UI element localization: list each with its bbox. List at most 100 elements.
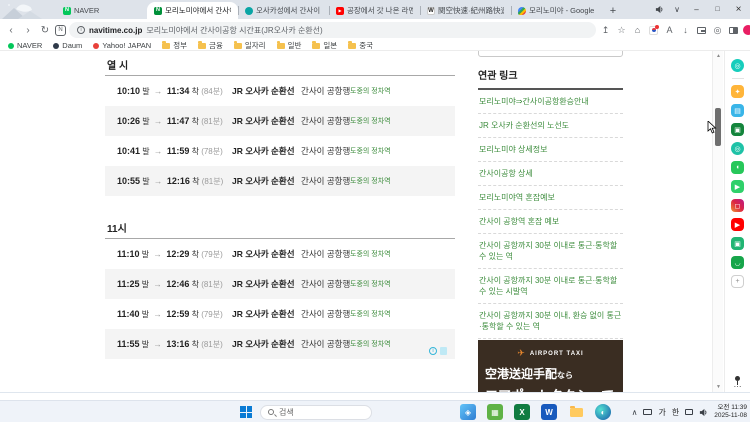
back-icon[interactable]: ‹ [4,23,18,37]
pin-icon[interactable] [735,376,740,385]
audio-playing-icon[interactable] [651,2,667,18]
timetable-row[interactable]: 11:10 발 → 12:29 착 (79분) JR 오사카 순환선 간사이 공항행… [105,239,455,269]
related-link[interactable]: 간사이 공항까지 30분 이내로 통근·통학할 수 있는 시발역 [478,269,623,304]
related-link[interactable]: JR 오사카 순환선의 노선도 [478,114,623,138]
forward-icon[interactable]: › [21,23,35,37]
stops-link[interactable]: 도중의 정차역 [350,249,391,259]
related-link[interactable]: 간사이 공항역 혼잡 예보 [478,210,623,234]
add-app-icon[interactable]: + [731,275,744,288]
browser-tab[interactable]: 모리노미야에서 간사이공항 [147,2,238,19]
minimize-button[interactable] [687,1,706,18]
tab-title: 모리노미야 - Google 지도 [529,6,595,15]
duration: (81분) [201,339,223,349]
maximize-button[interactable] [708,1,727,18]
media-pip-icon[interactable] [695,24,708,37]
download-icon[interactable]: ↓ [679,24,692,37]
mail-app-icon[interactable]: ▤ [731,104,744,117]
timetable-row[interactable]: 10:26 발 → 11:47 착 (81분) JR 오사카 순환선 간사이 공항행… [105,106,455,136]
bookmark-item[interactable]: Daum [53,41,82,50]
youtube-app-icon[interactable]: ▶ [731,218,744,231]
timetable-row[interactable]: 10:10 발 → 11:34 착 (84분) JR 오사카 순환선 간사이 공항행… [105,76,455,106]
adchoices-info-icon[interactable]: i [429,347,437,355]
side-panel-icon[interactable]: N [55,24,66,36]
bookmark-item[interactable]: 일반 [276,40,301,51]
blog-app-icon[interactable]: ▣ [731,123,744,136]
instagram-app-icon[interactable]: ◻ [731,199,744,212]
adchoices[interactable]: i [429,347,447,355]
stops-link[interactable]: 도중의 정차역 [350,86,391,96]
bookmark-item[interactable]: Yahoo! JAPAN [93,41,151,50]
related-link[interactable]: 간사이 공항까지 30분 이내로 통근·통학할 수 있는 역 [478,234,623,269]
bowl-app-icon[interactable]: ◡ [731,256,744,269]
network-icon[interactable] [685,409,694,415]
taskbar-search-input[interactable]: 검색 [260,404,372,420]
stops-link[interactable]: 도중의 정차역 [350,309,391,319]
ad-subline: エアポートタクシーで [478,385,623,392]
new-tab-button[interactable]: + [605,3,621,19]
cam-app-icon[interactable]: ▣ [731,237,744,250]
profile-avatar[interactable] [743,25,750,35]
close-button[interactable] [729,1,748,18]
share-icon[interactable]: ↥ [599,24,612,37]
ime-mode-a[interactable]: 가 [658,407,665,418]
page-scrollbar[interactable]: ▲ ▼ [712,51,723,392]
scroll-up-icon[interactable]: ▲ [713,53,724,59]
sheets-taskbar-icon[interactable]: ▦ [487,404,503,420]
ime-mode-b[interactable]: 한 [672,407,679,418]
scroll-down-icon[interactable]: ▼ [713,384,724,390]
timetable-row[interactable]: 10:55 발 → 12:16 착 (81분) JR 오사카 순환선 간사이 공항행… [105,166,455,196]
monitor-icon[interactable] [643,409,653,415]
browser-tab[interactable]: NAVER [56,2,147,19]
bookmark-star-icon[interactable]: ☆ [615,24,628,37]
related-link[interactable]: 간사이공항 상세 [478,162,623,186]
translate-icon[interactable]: A [663,24,676,37]
chat-app-icon[interactable]: ◖ [731,161,744,174]
timetable-row[interactable]: 11:40 발 → 12:59 착 (79분) JR 오사카 순환선 간사이 공항행… [105,299,455,329]
stops-link[interactable]: 도중의 정차역 [350,146,391,156]
related-link[interactable]: 모리노미야역 혼잡예보 [478,186,623,210]
whale-browser-taskbar-icon[interactable]: ◐ [595,404,611,420]
split-screen-icon[interactable] [727,24,740,37]
tab-search-chevron-icon[interactable]: ∨ [669,2,685,18]
stops-link[interactable]: 도중의 정차역 [350,116,391,126]
related-link[interactable]: 모리노미야⇒간사이공항환승안내 [478,90,623,114]
bookmark-item[interactable]: 금융 [198,40,223,51]
target-app-icon[interactable]: ◎ [731,142,744,155]
windows-start-icon[interactable] [240,406,252,418]
taskbar-clock[interactable]: 오전 11:39 2025-11-08 [714,404,747,420]
reload-icon[interactable]: ↻ [38,23,52,37]
star-app-icon[interactable]: ✦ [731,85,744,98]
browser-tab[interactable]: 모리노미야 - Google 지도 [511,2,602,19]
browser-tab[interactable]: 오사카성에서 간사이 공항 : [238,2,329,19]
excel-taskbar-icon[interactable]: X [514,404,530,420]
related-link[interactable]: 모리노미야 상세정보 [478,138,623,162]
word-taskbar-icon[interactable]: W [541,404,557,420]
timetable-row[interactable]: 11:25 발 → 12:46 착 (81분) JR 오사카 순환선 간사이 공항행… [105,269,455,299]
airport-taxi-ad[interactable]: ✈ AIRPORT TAXI 空港送迎手配なら エアポートタクシーで [478,340,623,392]
browser-tab[interactable]: 공장에서 갓 나온 라멘먹으러 [329,2,420,19]
bookmark-item[interactable]: 일자리 [233,40,266,51]
bookmark-item[interactable]: NAVER [8,41,42,50]
stops-link[interactable]: 도중의 정차역 [350,176,391,186]
stops-link[interactable]: 도중의 정차역 [350,279,391,289]
photos-taskbar-icon[interactable]: ◈ [460,404,476,420]
file-explorer-taskbar-icon[interactable] [568,404,584,420]
play-app-icon[interactable]: ▶ [731,180,744,193]
home-icon[interactable]: ⌂ [631,24,644,37]
bookmark-item[interactable]: 일본 [312,40,337,51]
site-info-icon[interactable]: i [77,26,85,34]
timetable-row[interactable]: 10:41 발 → 11:59 착 (78분) JR 오사카 순환선 간사이 공항행… [105,136,455,166]
address-bar[interactable]: i navitime.co.jp 모리노미야에서 간사이공항 시간표(JR오사카… [69,22,596,38]
timetable-row[interactable]: 11:55 발 → 13:16 착 (81분) JR 오사카 순환선 간사이 공항행… [105,329,455,359]
donut-app-icon[interactable]: ◎ [731,59,744,72]
browser-tab[interactable]: 関空快速·紀州路快速 - Wiki [420,2,511,19]
adchoices-close-icon[interactable] [440,347,447,355]
korean-extension-icon[interactable] [647,24,660,37]
tray-chevron-icon[interactable]: ∧ [632,408,638,417]
volume-icon[interactable] [699,408,708,417]
stops-link[interactable]: 도중의 정차역 [350,339,391,349]
lens-icon[interactable]: ◎ [711,24,724,37]
bookmark-item[interactable]: 정부 [162,40,187,51]
bookmark-item[interactable]: 중국 [348,40,373,51]
related-link[interactable]: 간사이 공항까지 30분 이내, 환승 없이 통근·통학할 수 있는 역 [478,304,623,339]
